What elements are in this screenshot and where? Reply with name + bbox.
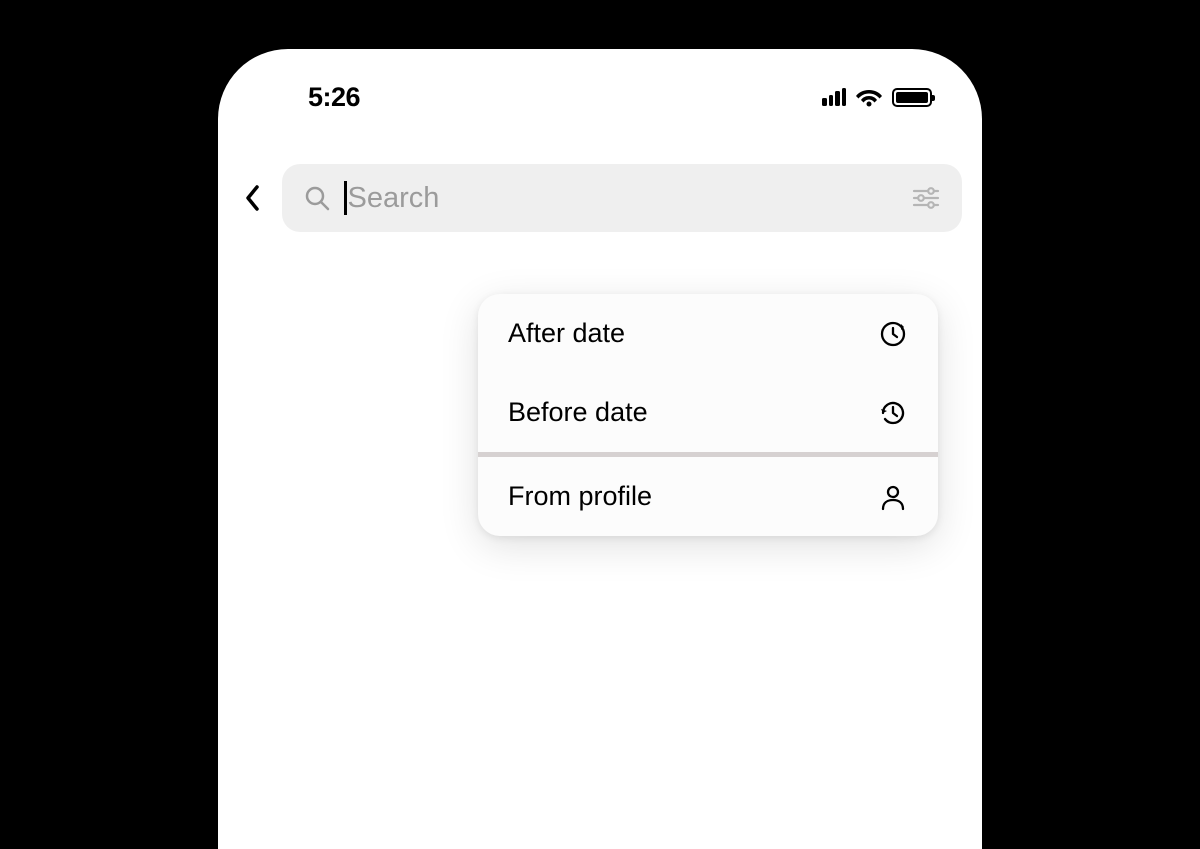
status-icons [822, 87, 932, 107]
dropdown-item-label: After date [508, 318, 625, 349]
dropdown-item-before-date[interactable]: Before date [478, 373, 938, 452]
dropdown-item-after-date[interactable]: After date [478, 294, 938, 373]
text-cursor [344, 181, 347, 215]
person-icon [878, 482, 908, 512]
status-bar: 5:26 [218, 49, 982, 119]
search-field[interactable]: Search [282, 164, 962, 232]
search-row: Search [218, 119, 982, 232]
wifi-icon [856, 87, 882, 107]
dropdown-item-label: From profile [508, 481, 652, 512]
clock-backward-icon [878, 398, 908, 428]
filter-icon[interactable] [912, 186, 940, 210]
dropdown-item-from-profile[interactable]: From profile [478, 457, 938, 536]
battery-icon [892, 88, 932, 107]
cellular-icon [822, 88, 846, 106]
clock-forward-icon [878, 319, 908, 349]
search-input[interactable]: Search [344, 181, 898, 215]
search-filter-dropdown: After date Before date From profi [478, 294, 938, 536]
search-icon [304, 185, 330, 211]
dropdown-item-label: Before date [508, 397, 648, 428]
back-button[interactable] [238, 183, 268, 213]
search-placeholder: Search [348, 182, 440, 215]
phone-frame: 5:26 [218, 49, 982, 849]
status-time: 5:26 [308, 82, 360, 113]
